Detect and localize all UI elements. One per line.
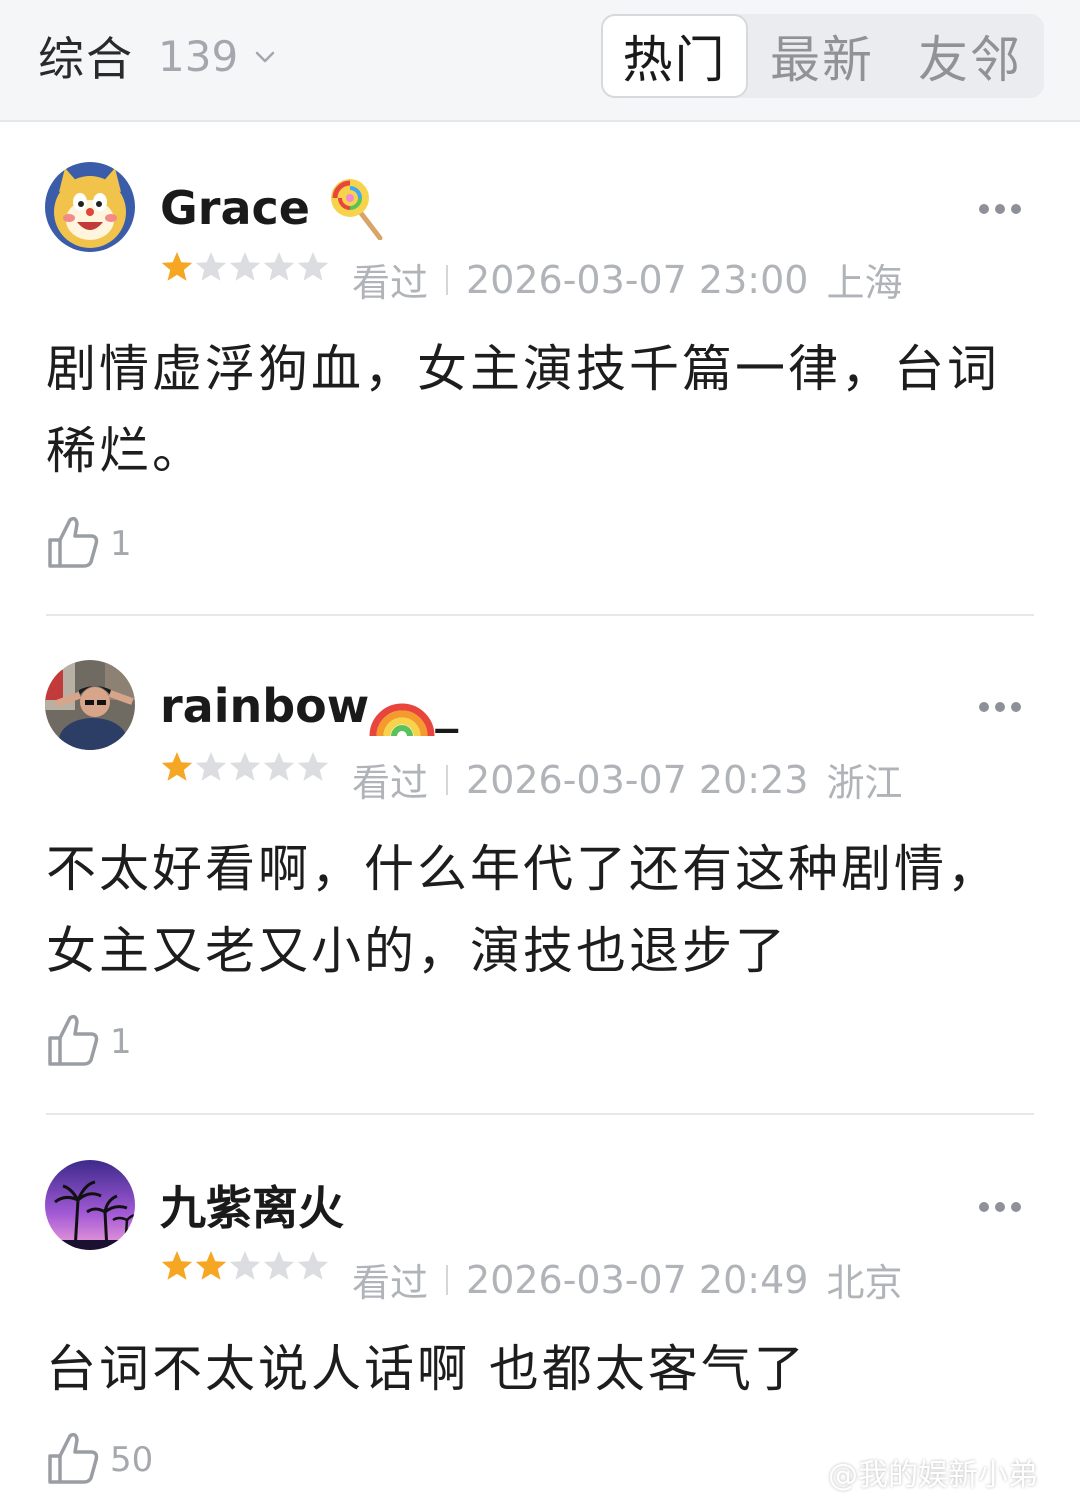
watch-status: 看过 <box>352 761 429 805</box>
star-filled-icon <box>161 252 193 281</box>
thumbs-up-icon <box>48 1432 99 1484</box>
watermark: @我的娱新小弟 <box>828 1458 1038 1493</box>
star-filled-icon <box>195 1251 227 1280</box>
avatar[interactable] <box>45 660 135 750</box>
star-empty-icon <box>195 252 227 281</box>
review-content: 不太好看啊，什么年代了还有这种剧情，女主又老又小的，演技也退步了 <box>46 840 1000 980</box>
like-button[interactable]: 1 <box>46 514 132 570</box>
star-empty-icon <box>263 1251 295 1280</box>
star-empty-icon <box>297 252 329 281</box>
review-location: 浙江 <box>826 761 903 805</box>
star-empty-icon <box>229 1251 261 1280</box>
review-location: 北京 <box>826 1261 903 1305</box>
person-photo-avatar-icon <box>45 660 135 750</box>
username[interactable]: 九紫离火 <box>160 1172 344 1238</box>
star-filled-icon <box>161 1251 193 1280</box>
username[interactable]: Grace <box>160 176 384 240</box>
meta-divider <box>446 764 449 795</box>
star-empty-icon <box>263 252 295 281</box>
like-count: 50 <box>110 1440 154 1480</box>
star-rating <box>160 250 330 284</box>
review-datetime: 2026-03-07 20:49 <box>466 1257 809 1302</box>
review-meta: 看过 2026-03-07 20:23 浙江 <box>352 752 902 807</box>
rainbow-icon <box>369 703 435 737</box>
meta-divider <box>446 264 449 295</box>
star-empty-icon <box>229 752 261 781</box>
star-rating <box>160 1249 330 1283</box>
star-empty-icon <box>229 252 261 281</box>
avatar[interactable] <box>45 1160 135 1250</box>
star-empty-icon <box>195 752 227 781</box>
star-filled-icon <box>161 752 193 781</box>
comment-header-bar: 综合 139 热门 最新 友邻 <box>0 0 1080 122</box>
more-options-icon[interactable] <box>970 194 1030 224</box>
filter-tabs: 热门 最新 友邻 <box>601 14 1044 98</box>
tab-hot[interactable]: 热门 <box>601 14 748 98</box>
thumbs-up-icon <box>48 516 99 568</box>
star-empty-icon <box>297 1251 329 1280</box>
review-divider <box>46 1113 1034 1115</box>
review-location: 上海 <box>826 261 903 305</box>
comment-count: 139 <box>158 31 239 81</box>
star-rating <box>160 750 330 784</box>
lollipop-icon <box>330 179 383 240</box>
like-count: 1 <box>110 1022 132 1062</box>
sort-label: 综合 <box>38 32 134 86</box>
sort-dropdown[interactable]: 综合 139 <box>38 26 278 86</box>
review-datetime: 2026-03-07 23:00 <box>466 257 809 302</box>
watch-status: 看过 <box>352 1261 429 1305</box>
more-options-icon[interactable] <box>970 692 1030 722</box>
more-options-icon[interactable] <box>970 1192 1030 1222</box>
tab-friends[interactable]: 友邻 <box>909 14 1031 98</box>
review-datetime: 2026-03-07 20:23 <box>466 757 809 802</box>
review-content: 剧情虚浮狗血，女主演技千篇一律，台词稀烂。 <box>46 340 1000 480</box>
star-empty-icon <box>297 752 329 781</box>
chevron-down-icon <box>255 51 275 63</box>
like-count: 1 <box>110 524 132 564</box>
thumbs-up-icon <box>48 1014 99 1066</box>
meta-divider <box>446 1264 449 1295</box>
palm-sunset-avatar-icon <box>45 1160 135 1250</box>
username[interactable]: rainbow _ <box>160 674 458 738</box>
like-button[interactable]: 1 <box>46 1012 132 1068</box>
like-button[interactable]: 50 <box>46 1430 153 1486</box>
tab-latest[interactable]: 最新 <box>761 14 883 98</box>
cat-avatar-icon <box>45 162 135 252</box>
watch-status: 看过 <box>352 261 429 305</box>
review-meta: 看过 2026-03-07 20:49 北京 <box>352 1252 902 1307</box>
avatar[interactable] <box>45 162 135 252</box>
review-meta: 看过 2026-03-07 23:00 上海 <box>352 252 902 307</box>
star-empty-icon <box>263 752 295 781</box>
review-content: 台词不太说人话啊 也都太客气了 <box>46 1340 807 1398</box>
review-divider <box>46 614 1034 616</box>
